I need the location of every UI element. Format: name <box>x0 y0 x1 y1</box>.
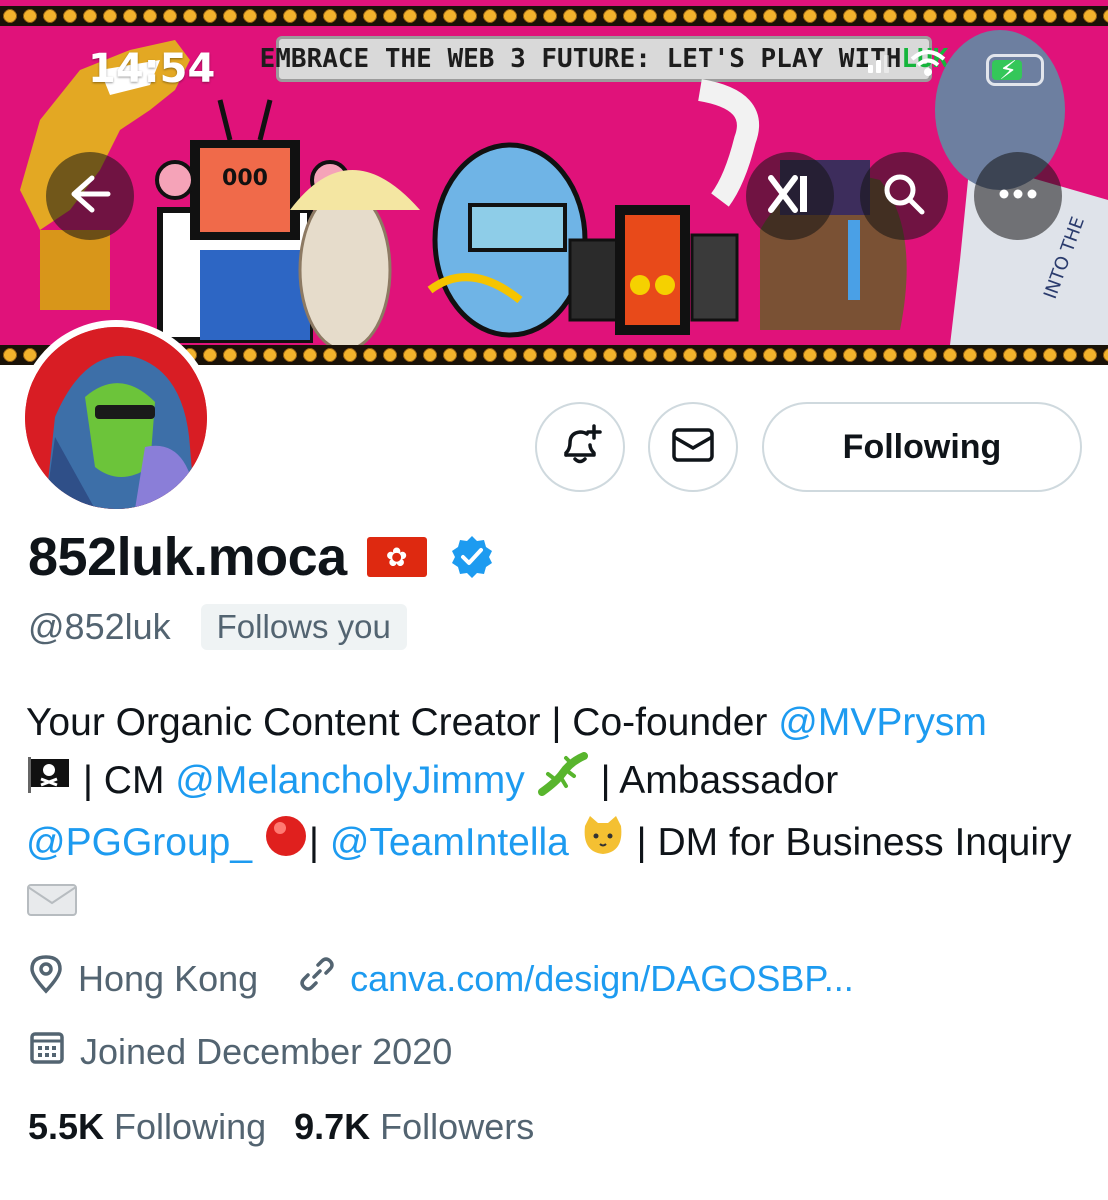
hong-kong-flag-icon: ✿ <box>366 537 427 577</box>
verified-badge-icon[interactable] <box>449 534 495 580</box>
follows-you-badge: Follows you <box>200 604 407 650</box>
meta-row-joined: Joined December 2020 <box>28 1028 452 1075</box>
wifi-icon <box>908 48 948 83</box>
calendar-icon <box>28 1028 80 1075</box>
red-circle-icon <box>263 813 309 876</box>
message-button[interactable] <box>648 402 738 492</box>
lizard-icon <box>536 752 590 813</box>
following-stat[interactable]: 5.5K Following <box>28 1106 266 1148</box>
back-button[interactable] <box>46 152 134 240</box>
avatar[interactable] <box>18 320 214 516</box>
location-text: Hong Kong <box>78 957 259 999</box>
svg-text:000: 000 <box>222 166 268 191</box>
followers-stat[interactable]: 9.7K Followers <box>294 1106 534 1148</box>
link-icon <box>298 955 350 1002</box>
handle-row: @852luk Follows you <box>28 604 407 650</box>
follow-stats: 5.5K Following 9.7K Followers <box>28 1106 534 1148</box>
arrow-left-icon <box>68 174 112 219</box>
meta-row-location: Hong Kong canva.com/design/DAGOSBP... <box>28 954 854 1003</box>
bio: Your Organic Content Creator | Co-founde… <box>26 694 1086 936</box>
display-name: 852luk.moca <box>28 527 347 587</box>
x-grok-icon <box>767 174 813 219</box>
more-horizontal-icon <box>998 187 1038 205</box>
mention-melancholyjimmy[interactable]: @MelancholyJimmy <box>175 759 525 802</box>
status-icons <box>866 48 948 83</box>
mention-pggroup[interactable]: @PGGroup_ <box>26 821 252 864</box>
handle: @852luk <box>28 606 171 647</box>
location-pin-icon <box>28 954 78 1003</box>
status-time: 14:54 <box>88 46 216 92</box>
profile-banner[interactable]: EMBRACE THE WEB 3 FUTURE: LET'S PLAY WIT… <box>0 0 1108 365</box>
envelope-icon <box>671 427 715 468</box>
search-icon <box>882 172 926 221</box>
battery-icon: ⚡ <box>986 54 1044 86</box>
pirate-flag-icon <box>26 754 72 812</box>
envelope-emoji-icon <box>26 878 78 936</box>
joined-text: Joined December 2020 <box>80 1030 453 1072</box>
website-link[interactable]: canva.com/design/DAGOSBP... <box>350 958 854 1000</box>
mention-mvprysm[interactable]: @MVPrysm <box>778 701 987 744</box>
search-button[interactable] <box>860 152 948 240</box>
mention-teamintella[interactable]: @TeamIntella <box>330 821 569 864</box>
bell-plus-icon <box>558 423 602 472</box>
more-button[interactable] <box>974 152 1062 240</box>
avatar-image <box>25 327 207 509</box>
following-button[interactable]: Following <box>762 402 1082 492</box>
grok-button[interactable] <box>746 152 834 240</box>
notify-button[interactable] <box>535 402 625 492</box>
signal-icon <box>866 51 894 80</box>
name-row: 852luk.moca ✿ <box>28 522 495 592</box>
cat-face-icon <box>580 814 626 875</box>
